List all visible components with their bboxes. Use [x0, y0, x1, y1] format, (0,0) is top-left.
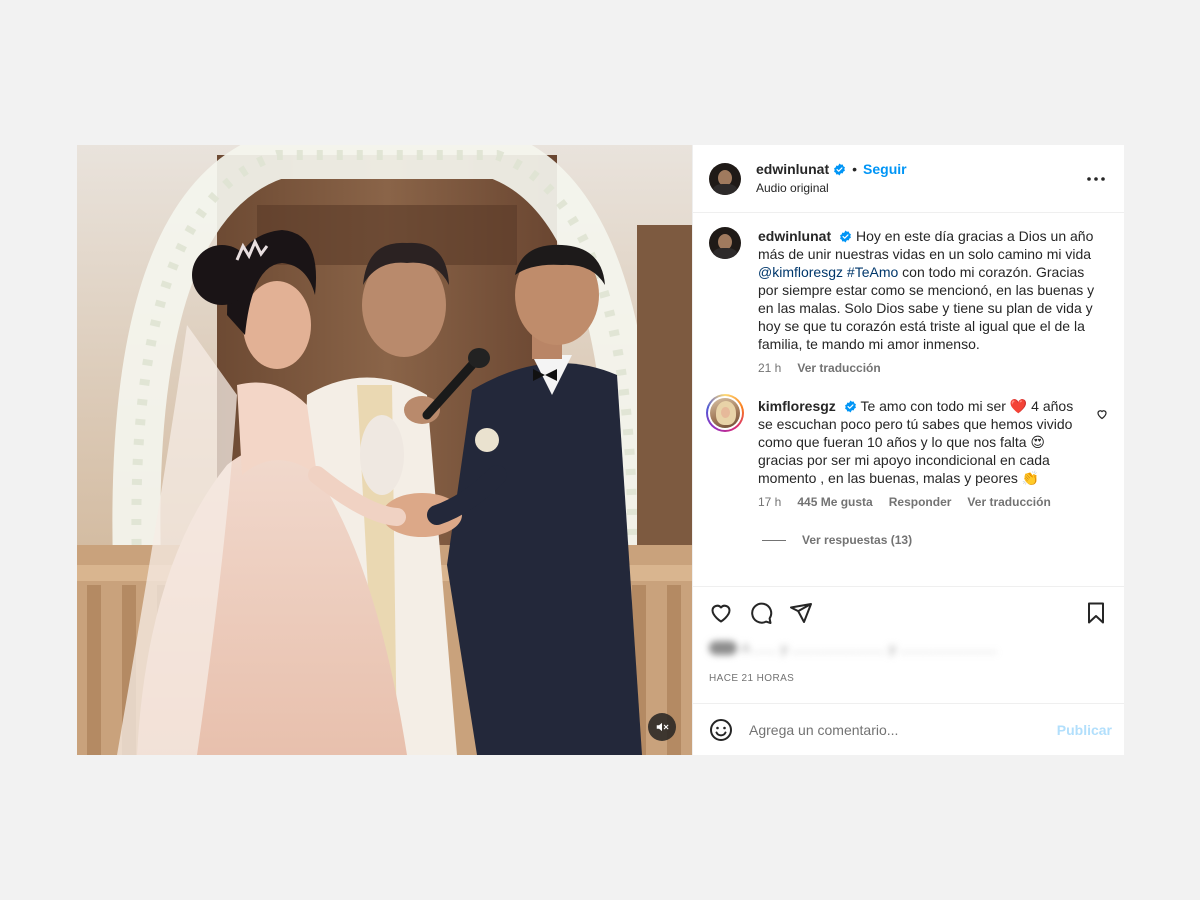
- caption: edwinlunat Hoy en este día gracias a Dio…: [709, 227, 1108, 377]
- post-video[interactable]: [77, 145, 692, 755]
- heart-outline-icon: [711, 604, 731, 623]
- view-replies-label: Ver respuestas (13): [802, 533, 913, 547]
- paper-plane-icon: [790, 603, 812, 623]
- post-side-panel: edwinlunat • Seguir Audio original edwin…: [692, 145, 1124, 755]
- post-header: edwinlunat • Seguir Audio original: [693, 145, 1124, 213]
- save-button[interactable]: [1084, 601, 1108, 625]
- verified-badge-icon: [844, 400, 856, 413]
- likes-summary-blurred-text: A ...... y ........................ y ..…: [709, 639, 1108, 657]
- more-horizontal-icon: [1087, 177, 1105, 181]
- heart-emoji: ❤️: [1009, 398, 1028, 414]
- comment-text-part-3: gracias por ser mi apoyo incondicional e…: [758, 452, 1050, 486]
- commenter-avatar[interactable]: [706, 394, 744, 432]
- add-comment-bar: Publicar: [693, 703, 1124, 755]
- follow-button[interactable]: Seguir: [863, 160, 907, 178]
- caption-username[interactable]: edwinlunat: [758, 228, 831, 244]
- emoji-picker-button[interactable]: [709, 718, 733, 742]
- comment-username[interactable]: kimfloresgz: [758, 398, 836, 414]
- comment-body: kimfloresgz Te amo con todo mi ser ❤️ 4 …: [758, 397, 1088, 511]
- clapping-emoji: 👏: [1021, 470, 1040, 486]
- likes-summary-text: A ...... y ........................ y ..…: [741, 640, 997, 656]
- smiley-face-icon: [710, 718, 732, 741]
- caption-time[interactable]: 21 h: [758, 359, 781, 377]
- heart-eyes-emoji: 😍: [1030, 434, 1046, 450]
- caption-meta: 21 h Ver traducción: [758, 359, 1098, 377]
- comment-like-button[interactable]: [1096, 407, 1108, 425]
- comment-time[interactable]: 17 h: [758, 493, 781, 511]
- view-replies-button[interactable]: Ver respuestas (13): [762, 533, 1108, 547]
- verified-badge-icon: [840, 230, 852, 243]
- caption-mention-link[interactable]: @kimfloresgz: [758, 264, 843, 280]
- speaker-muted-icon: [656, 722, 669, 732]
- header-text: edwinlunat • Seguir Audio original: [756, 160, 907, 197]
- verified-badge-icon: [834, 163, 846, 175]
- comment-bubble-icon: [751, 602, 773, 624]
- comment-button[interactable]: [749, 601, 773, 625]
- wedding-video-frame: [77, 145, 692, 755]
- comment-meta: 17 h 445 Me gusta Responder Ver traducci…: [758, 493, 1088, 511]
- heart-outline-icon: [1097, 410, 1107, 420]
- comments-section[interactable]: edwinlunat Hoy en este día gracias a Dio…: [693, 213, 1124, 587]
- comment-item: kimfloresgz Te amo con todo mi ser ❤️ 4 …: [706, 394, 1108, 511]
- publish-button[interactable]: Publicar: [1057, 722, 1112, 738]
- comment-input[interactable]: [749, 721, 1057, 738]
- instagram-post: edwinlunat • Seguir Audio original edwin…: [77, 145, 1124, 755]
- comment-translate-link[interactable]: Ver traducción: [967, 493, 1050, 511]
- header-separator: •: [852, 161, 858, 177]
- comment-likes[interactable]: 445 Me gusta: [797, 493, 872, 511]
- likes-summary[interactable]: A ...... y ........................ y ..…: [693, 639, 1124, 679]
- replies-divider-line: [762, 539, 786, 541]
- more-options-button[interactable]: [1084, 167, 1108, 191]
- author-avatar[interactable]: [709, 162, 741, 195]
- caption-translate-link[interactable]: Ver traducción: [797, 359, 880, 377]
- reply-button[interactable]: Responder: [889, 493, 952, 511]
- mute-toggle-button[interactable]: [648, 713, 676, 741]
- caption-hashtag-link[interactable]: #TeAmo: [847, 264, 898, 280]
- audio-label[interactable]: Audio original: [756, 179, 907, 197]
- caption-body: edwinlunat Hoy en este día gracias a Dio…: [758, 227, 1098, 377]
- caption-author-avatar[interactable]: [709, 227, 741, 259]
- comment-text-part-1: Te amo con todo mi ser: [860, 398, 1010, 414]
- author-username[interactable]: edwinlunat: [756, 160, 829, 178]
- bookmark-icon: [1088, 602, 1104, 624]
- share-button[interactable]: [789, 601, 813, 625]
- post-actions-bar: [693, 587, 1124, 639]
- like-button[interactable]: [709, 601, 733, 625]
